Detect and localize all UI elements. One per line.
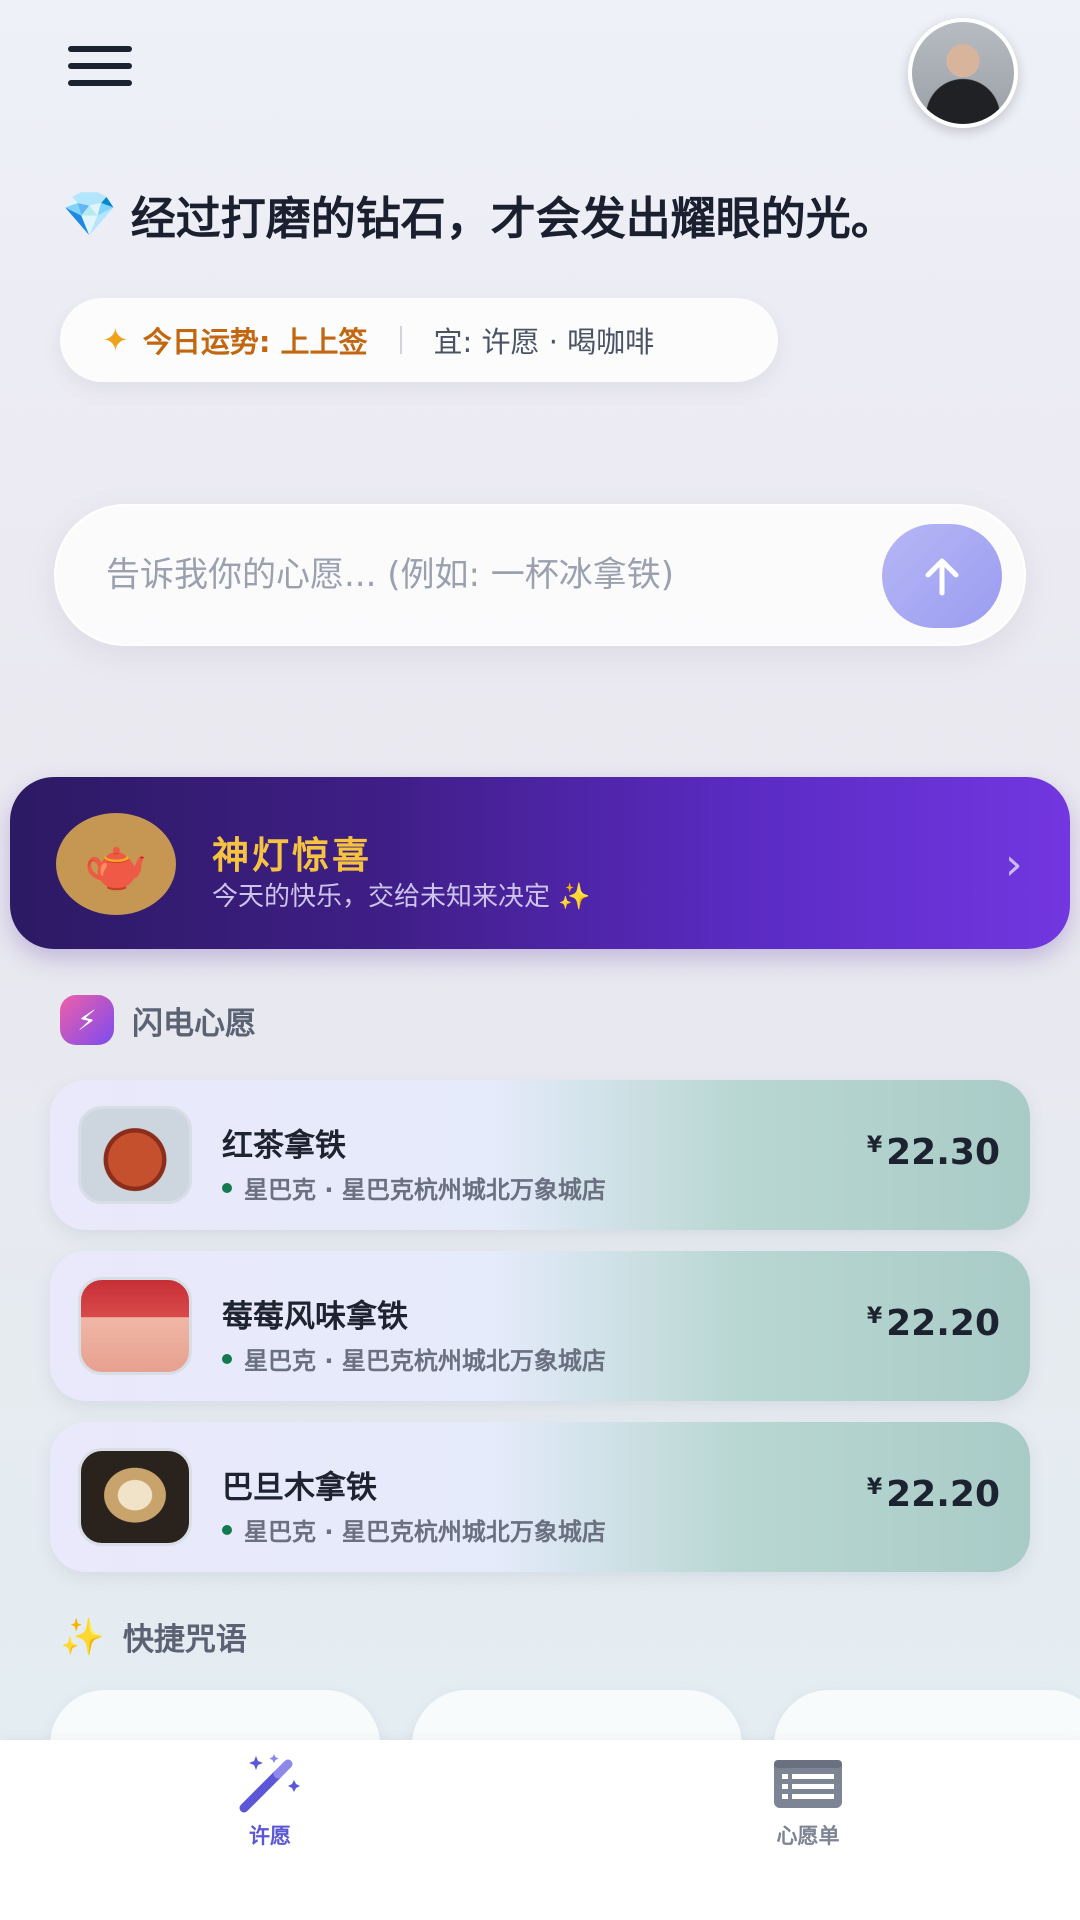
- wish-card[interactable]: 莓莓风味拿铁 星巴克 · 星巴克杭州城北万象城店 ¥22.20: [50, 1251, 1030, 1401]
- product-image: [78, 1277, 192, 1375]
- menu-line: [68, 63, 132, 69]
- menu-line: [68, 80, 132, 86]
- fortune-luck: 今日运势: 上上签: [142, 325, 368, 359]
- tab-wish[interactable]: 许愿: [190, 1750, 350, 1860]
- tab-label: 许愿: [249, 1824, 291, 1848]
- product-image: [78, 1106, 192, 1204]
- currency-symbol: ¥: [866, 1304, 883, 1329]
- product-image: [78, 1448, 192, 1546]
- lamp-subtitle: 今天的快乐，交给未知来决定 ✨: [212, 882, 591, 912]
- arrow-up-icon: [925, 558, 959, 596]
- wish-card[interactable]: 巴旦木拿铁 星巴克 · 星巴克杭州城北万象城店 ¥22.20: [50, 1422, 1030, 1572]
- status-dot: [222, 1353, 232, 1364]
- lamp-surprise-banner[interactable]: 🫖 神灯惊喜 今天的快乐，交给未知来决定 ✨ ›: [10, 777, 1070, 949]
- teapot-icon: 🫖: [56, 813, 176, 915]
- wish-input[interactable]: [106, 540, 866, 610]
- menu-button[interactable]: [68, 46, 132, 86]
- item-store: 星巴克 · 星巴克杭州城北万象城店: [222, 1341, 606, 1376]
- wish-card[interactable]: 红茶拿铁 星巴克 · 星巴克杭州城北万象城店 ¥22.30: [50, 1080, 1030, 1230]
- avatar[interactable]: [908, 18, 1018, 128]
- sparkle-icon: ✦: [102, 321, 129, 359]
- item-name: 红茶拿铁: [222, 1128, 346, 1164]
- chevron-right-icon: ›: [1005, 839, 1023, 890]
- item-price: ¥22.30: [867, 1132, 1000, 1173]
- lamp-title: 神灯惊喜: [212, 834, 372, 877]
- tab-label: 心愿单: [776, 1824, 840, 1848]
- send-button[interactable]: [882, 524, 1002, 628]
- bottom-tab-bar: 许愿 心愿单: [0, 1740, 1080, 1920]
- item-name: 莓莓风味拿铁: [222, 1299, 408, 1335]
- status-dot: [222, 1524, 232, 1535]
- currency-symbol: ¥: [866, 1133, 883, 1158]
- item-store: 星巴克 · 星巴克杭州城北万象城店: [222, 1512, 606, 1547]
- tab-wishlist[interactable]: 心愿单: [728, 1750, 888, 1860]
- hamburger-menu-icon: [68, 46, 132, 52]
- item-name: 巴旦木拿铁: [222, 1470, 377, 1506]
- price-value: 22.20: [886, 1474, 1000, 1515]
- item-store: 星巴克 · 星巴克杭州城北万象城店: [222, 1170, 606, 1205]
- store-name: 星巴克 · 星巴克杭州城北万象城店: [244, 1518, 606, 1546]
- daily-quote: 💎 经过打磨的钻石，才会发出耀眼的光。: [62, 182, 1042, 246]
- currency-symbol: ¥: [866, 1475, 883, 1500]
- price-value: 22.20: [886, 1303, 1000, 1344]
- flash-wishes-header: ⚡ 闪电心愿: [60, 995, 256, 1045]
- wish-input-bar: [54, 504, 1026, 646]
- section-title: 闪电心愿: [132, 1005, 256, 1042]
- sparkles-icon: ✨: [60, 1616, 105, 1658]
- store-name: 星巴克 · 星巴克杭州城北万象城店: [244, 1347, 606, 1375]
- price-value: 22.30: [886, 1132, 1000, 1173]
- diamond-icon: 💎: [62, 189, 117, 240]
- magic-wand-icon: [239, 1754, 300, 1813]
- divider: [399, 326, 402, 354]
- item-price: ¥22.20: [867, 1303, 1000, 1344]
- quick-spells-header: ✨ 快捷咒语: [60, 1614, 247, 1659]
- store-name: 星巴克 · 星巴克杭州城北万象城店: [244, 1176, 606, 1204]
- list-icon: [774, 1760, 842, 1808]
- fortune-suitable: 宜: 许愿 · 喝咖啡: [433, 325, 655, 359]
- status-dot: [222, 1182, 232, 1193]
- section-title: 快捷咒语: [122, 1622, 247, 1658]
- fortune-pill: ✦ 今日运势: 上上签 宜: 许愿 · 喝咖啡: [60, 298, 778, 382]
- lightning-icon: ⚡: [60, 995, 114, 1045]
- quote-text: 经过打磨的钻石，才会发出耀眼的光。: [130, 191, 896, 245]
- item-price: ¥22.20: [867, 1474, 1000, 1515]
